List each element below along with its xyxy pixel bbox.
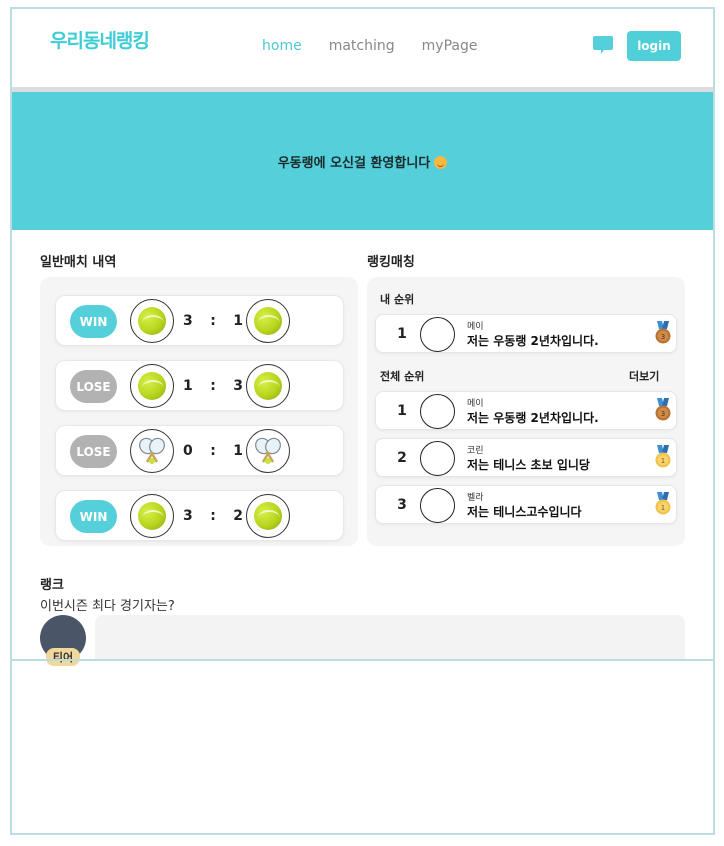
match-card[interactable]: WIN 3 : 2 [55, 490, 344, 541]
medal-number: 1 [661, 504, 665, 512]
match-score: 1 : 3 [183, 378, 243, 394]
match-card[interactable]: LOSE 0 : 1 [55, 425, 344, 476]
avatar [420, 441, 455, 476]
my-rank-card[interactable]: 1 메이 저는 우동랭 2년차입니다. 3 [375, 314, 677, 353]
result-badge: WIN [70, 500, 117, 533]
score-sep: : [210, 508, 216, 524]
match-score: 3 : 1 [183, 313, 243, 329]
score-right: 1 [233, 443, 243, 459]
match-card[interactable]: WIN 3 : 1 [55, 295, 344, 346]
rank-row[interactable]: 2 코린 저는 테니스 초보 입니당 1 [375, 438, 677, 477]
rank-section-title: 랭크 [40, 578, 64, 593]
tennis-ball-icon [246, 299, 290, 343]
bronze-medal-icon: 3 [655, 398, 671, 421]
result-badge: LOSE [70, 370, 117, 403]
match-history-panel: WIN 3 : 1 LOSE 1 : 3 LOSE 0: 1 WIN 3: … [40, 277, 358, 546]
player-name: 코린 [467, 446, 484, 456]
avatar [420, 488, 455, 523]
player-intro: 저는 우동랭 2년차입니다. [467, 334, 599, 348]
rank-row[interactable]: 1 메이 저는 우동랭 2년차입니다. 3 [375, 391, 677, 430]
my-rank-label: 내 순위 [380, 293, 415, 306]
score-left: 1 [183, 378, 193, 394]
tier-content-box [95, 615, 685, 659]
tennis-ball-icon [246, 494, 290, 538]
player-name: 메이 [467, 399, 484, 409]
smile-emoji-icon [434, 155, 448, 169]
player-intro: 저는 테니스고수입니다 [467, 505, 582, 519]
welcome-banner: 우동랭에 오신걸 환영합니다 [12, 92, 713, 230]
welcome-text: 우동랭에 오신걸 환영합니다 [277, 155, 431, 171]
score-left: 3 [183, 313, 193, 329]
main-nav: home matching myPage [262, 38, 477, 54]
chat-bubble-icon[interactable] [592, 34, 614, 56]
avatar [420, 394, 455, 429]
gold-medal-icon: 1 [655, 445, 671, 468]
medal-number: 3 [661, 410, 665, 418]
avatar [420, 317, 455, 352]
score-right: 2 [233, 508, 243, 524]
bronze-medal-icon: 3 [655, 321, 671, 344]
player-intro: 저는 테니스 초보 입니당 [467, 458, 590, 472]
medal-number: 1 [661, 457, 665, 465]
ranking-title: 랭킹매칭 [367, 255, 415, 270]
player-name: 벨라 [467, 493, 484, 503]
score-right: 1 [233, 313, 243, 329]
player-name: 메이 [467, 322, 484, 332]
nav-mypage[interactable]: myPage [422, 38, 478, 54]
nav-home[interactable]: home [262, 38, 302, 54]
top-header: 우리동네랭킹 home matching myPage login [12, 9, 713, 87]
season-question: 이번시즌 최다 경기자는? [40, 599, 175, 614]
match-card[interactable]: LOSE 1 : 3 [55, 360, 344, 411]
rank-number: 1 [397, 403, 407, 419]
rank-number: 3 [397, 497, 407, 513]
result-badge: LOSE [70, 435, 117, 468]
all-rank-label: 전체 순위 [380, 370, 425, 383]
score-sep: : [210, 313, 216, 329]
rank-row[interactable]: 3 벨라 저는 테니스고수입니다 1 [375, 485, 677, 524]
match-score: 3 : 2 [183, 508, 243, 524]
medal-number: 3 [661, 333, 665, 341]
match-score: 0 : 1 [183, 443, 243, 459]
gold-medal-icon: 1 [655, 492, 671, 515]
tennis-racket-icon [246, 429, 290, 473]
tennis-ball-icon [130, 299, 174, 343]
rank-number: 1 [397, 326, 407, 342]
tennis-ball-icon [130, 494, 174, 538]
rank-number: 2 [397, 450, 407, 466]
score-left: 3 [183, 508, 193, 524]
app-logo[interactable]: 우리동네랭킹 [50, 26, 150, 53]
score-sep: : [210, 443, 216, 459]
tennis-ball-icon [130, 364, 174, 408]
welcome-text-wrap: 우동랭에 오신걸 환영합니다 [278, 152, 448, 171]
section-divider [10, 659, 715, 661]
result-badge: WIN [70, 305, 117, 338]
score-right: 3 [233, 378, 243, 394]
player-intro: 저는 우동랭 2년차입니다. [467, 411, 599, 425]
tier-badge: 티어 [46, 648, 80, 666]
more-link[interactable]: 더보기 [629, 368, 659, 384]
nav-matching[interactable]: matching [329, 38, 395, 54]
match-history-title: 일반매치 내역 [40, 255, 117, 270]
tennis-racket-icon [130, 429, 174, 473]
login-button[interactable]: login [627, 31, 681, 61]
score-sep: : [210, 378, 216, 394]
tennis-ball-icon [246, 364, 290, 408]
score-left: 0 [183, 443, 193, 459]
ranking-panel: 내 순위 1 메이 저는 우동랭 2년차입니다. 3 전체 순위 더보기 1 메… [367, 277, 685, 546]
